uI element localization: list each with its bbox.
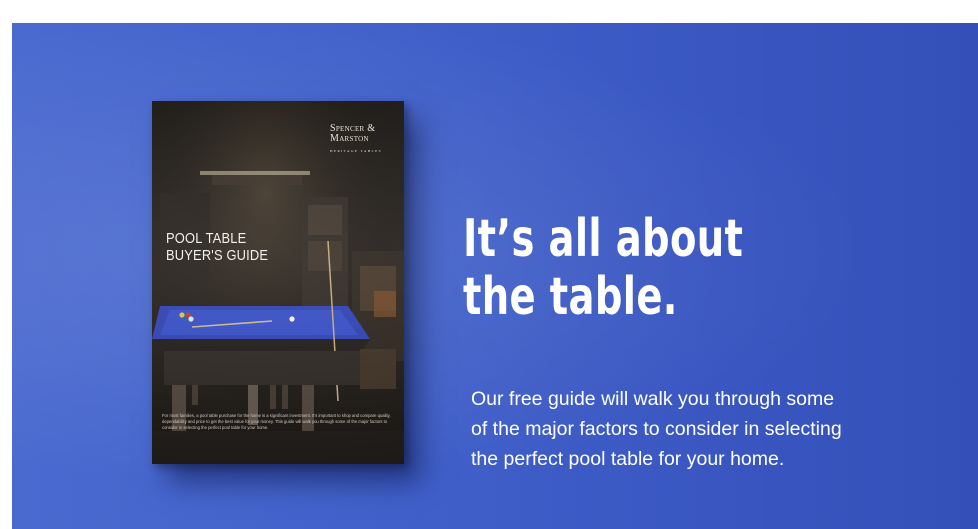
- booklet-body-text: For most families, a pool table purchase…: [162, 413, 391, 430]
- headline-line1: It’s all about: [463, 209, 744, 269]
- brand-name-line2: Marston: [330, 133, 369, 144]
- description-line3: the perfect pool table for your home.: [471, 448, 785, 470]
- headline: It’s all about the table.: [463, 210, 744, 326]
- booklet-title-line1: POOL TABLE: [166, 230, 247, 247]
- brand-logo: Spencer & Marston HERITAGE TABLES: [330, 124, 396, 156]
- buyers-guide-booklet[interactable]: Spencer & Marston HERITAGE TABLES POOL T…: [152, 101, 404, 464]
- booklet-title-line2: BUYER'S GUIDE: [166, 247, 269, 264]
- description-line2: of the major factors to consider in sele…: [471, 418, 842, 440]
- brand-tagline: HERITAGE TABLES: [330, 149, 382, 153]
- description: Our free guide will walk you through som…: [471, 384, 931, 474]
- description-line1: Our free guide will walk you through som…: [471, 388, 835, 410]
- headline-line2: the table.: [463, 267, 678, 327]
- booklet-title: POOL TABLE BUYER'S GUIDE: [166, 230, 278, 264]
- promo-banner: Spencer & Marston HERITAGE TABLES POOL T…: [12, 23, 978, 529]
